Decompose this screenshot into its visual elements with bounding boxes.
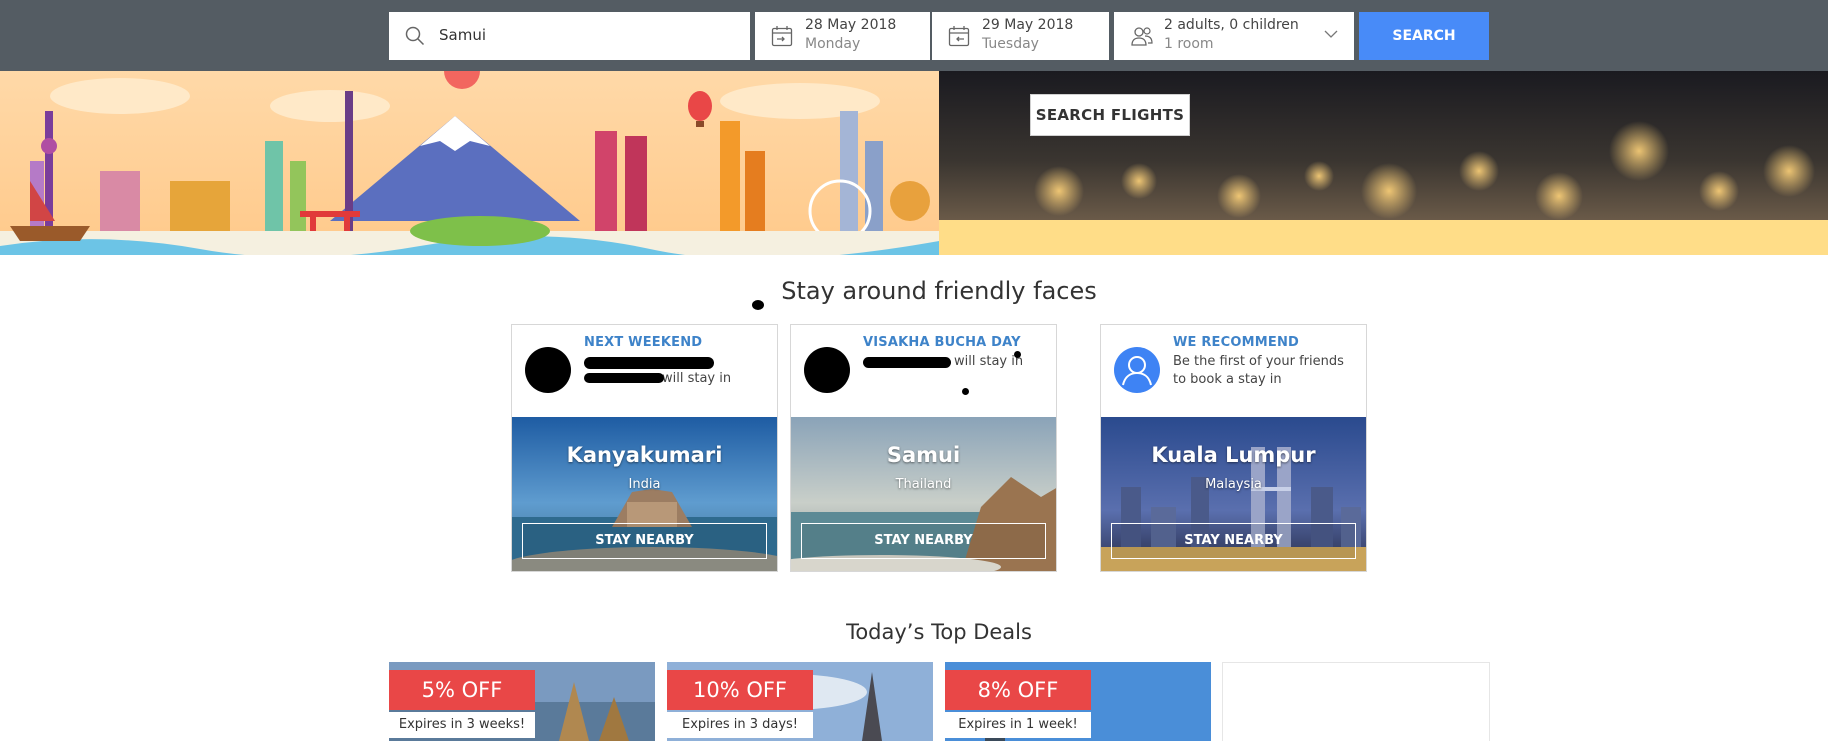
deal-discount-badge: 8% OFF xyxy=(945,670,1091,710)
destination-city: Kanyakumari xyxy=(566,443,723,467)
avatar xyxy=(804,347,850,393)
stay-nearby-button[interactable]: STAY NEARBY xyxy=(1111,523,1356,559)
friend-card-kanyakumari: NEXT WEEKEND will stay in Kanyakumari In… xyxy=(511,324,778,572)
friend-card-message: will stay in xyxy=(662,371,732,386)
search-bar: Samui 28 May 2018 Monday 29 May 2018 Tue… xyxy=(0,0,1828,71)
checkout-day: Tuesday xyxy=(982,36,1039,52)
deal-expiry: Expires in 3 days! xyxy=(667,712,813,738)
stay-nearby-button[interactable]: STAY NEARBY xyxy=(801,523,1046,559)
search-flights-button[interactable]: SEARCH FLIGHTS xyxy=(1030,94,1190,136)
user-icon xyxy=(1114,347,1160,393)
friend-card-header: NEXT WEEKEND will stay in xyxy=(512,325,777,417)
destination-country: Malaysia xyxy=(1205,477,1262,492)
destination-country: Thailand xyxy=(895,477,952,492)
destination-city: Samui xyxy=(886,443,961,467)
checkout-date-field[interactable]: 29 May 2018 Tuesday xyxy=(932,12,1109,60)
redaction-mark xyxy=(962,388,969,395)
deal-discount-badge: 5% OFF xyxy=(389,670,535,710)
occupancy-rooms: 1 room xyxy=(1164,36,1214,52)
friend-card-message: Be the first of your friends to book a s… xyxy=(1173,354,1344,387)
friend-card-header: WE RECOMMEND Be the first of your friend… xyxy=(1101,325,1366,417)
avatar xyxy=(525,347,571,393)
calendar-checkout-icon xyxy=(948,25,970,51)
calendar-checkin-icon xyxy=(771,25,793,51)
chevron-down-icon xyxy=(1324,26,1338,45)
stay-nearby-button[interactable]: STAY NEARBY xyxy=(522,523,767,559)
checkin-date: 28 May 2018 xyxy=(805,17,897,33)
deal-expiry: Expires in 1 week! xyxy=(945,712,1091,738)
friend-card-tag: NEXT WEEKEND xyxy=(584,335,703,350)
friend-card-tag: VISAKHA BUCHA DAY xyxy=(863,335,1021,350)
deal-card[interactable]: 5% OFF Expires in 3 weeks! xyxy=(389,662,655,741)
occupancy-guests: 2 adults, 0 children xyxy=(1164,17,1299,33)
friend-card-tag: WE RECOMMEND xyxy=(1173,335,1300,350)
deal-card[interactable]: 10% OFF Expires in 3 days! xyxy=(667,662,933,741)
friend-card-kuala-lumpur: WE RECOMMEND Be the first of your friend… xyxy=(1100,324,1367,572)
deal-card[interactable]: 8% OFF Expires in 1 week! xyxy=(945,662,1211,741)
redaction-mark xyxy=(584,357,714,369)
deal-placeholder xyxy=(1222,662,1490,741)
search-icon xyxy=(405,26,425,50)
deals-section-title: Today’s Top Deals xyxy=(846,620,1032,644)
guests-icon xyxy=(1130,25,1154,51)
occupancy-selector[interactable]: 2 adults, 0 children 1 room xyxy=(1114,12,1354,60)
checkout-date: 29 May 2018 xyxy=(982,17,1074,33)
redaction-mark xyxy=(584,373,664,383)
checkin-date-field[interactable]: 28 May 2018 Monday xyxy=(755,12,930,60)
friends-section-title: Stay around friendly faces xyxy=(781,277,1097,305)
friend-card-message: will stay in xyxy=(954,354,1024,369)
destination-country: India xyxy=(628,477,661,492)
friend-card-header: VISAKHA BUCHA DAY will stay in xyxy=(791,325,1056,417)
checkin-day: Monday xyxy=(805,36,861,52)
destination-value: Samui xyxy=(439,26,486,44)
search-button[interactable]: SEARCH xyxy=(1359,12,1489,60)
redaction-mark xyxy=(1014,351,1021,358)
destination-input[interactable]: Samui xyxy=(389,12,750,60)
redaction-mark xyxy=(863,357,951,368)
redaction-mark xyxy=(752,300,764,310)
friend-card-samui: VISAKHA BUCHA DAY will stay in Samui Tha… xyxy=(790,324,1057,572)
destination-city: Kuala Lumpur xyxy=(1151,443,1316,467)
deal-expiry: Expires in 3 weeks! xyxy=(389,712,535,738)
hero-illustration xyxy=(0,71,939,255)
deal-discount-badge: 10% OFF xyxy=(667,670,813,710)
